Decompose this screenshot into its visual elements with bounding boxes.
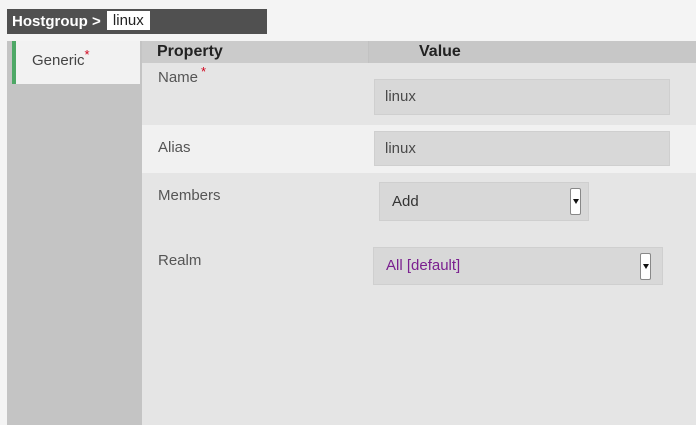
breadcrumb-current: linux xyxy=(106,11,150,30)
name-input[interactable]: linux xyxy=(374,79,670,115)
realm-select[interactable]: All [default] xyxy=(373,247,663,285)
name-label: Name * xyxy=(158,65,206,86)
chevron-down-icon[interactable] xyxy=(570,188,581,215)
members-row: Members Add xyxy=(142,173,696,233)
required-marker: * xyxy=(84,47,90,62)
tab-generic-label: Generic xyxy=(32,52,85,69)
table-header: Property Value xyxy=(142,41,696,63)
hostgroup-editor: Hostgroup > linux Generic* Property Valu… xyxy=(7,9,696,425)
property-table: Property Value Name * linux Alias linux M… xyxy=(142,41,696,425)
name-label-text: Name xyxy=(158,69,199,86)
breadcrumb: Hostgroup > linux xyxy=(7,9,267,34)
required-marker: * xyxy=(201,64,207,79)
value-column-header: Value xyxy=(369,41,696,63)
members-selected-value: Add xyxy=(392,193,419,210)
breadcrumb-parent[interactable]: Hostgroup > xyxy=(12,13,101,30)
realm-selected-value: All [default] xyxy=(386,257,461,274)
property-column-header: Property xyxy=(142,41,368,63)
realm-label: Realm xyxy=(158,252,202,269)
sidebar: Generic* xyxy=(7,41,142,425)
tab-generic[interactable]: Generic* xyxy=(12,41,140,84)
members-select[interactable]: Add xyxy=(379,182,589,221)
members-label: Members xyxy=(158,187,221,204)
chevron-down-icon[interactable] xyxy=(640,253,651,280)
name-row: Name * linux xyxy=(142,63,696,115)
alias-label: Alias xyxy=(158,139,191,156)
alias-input[interactable]: linux xyxy=(374,131,670,166)
alias-row: Alias linux xyxy=(142,125,696,173)
realm-row: Realm All [default] xyxy=(142,233,696,293)
